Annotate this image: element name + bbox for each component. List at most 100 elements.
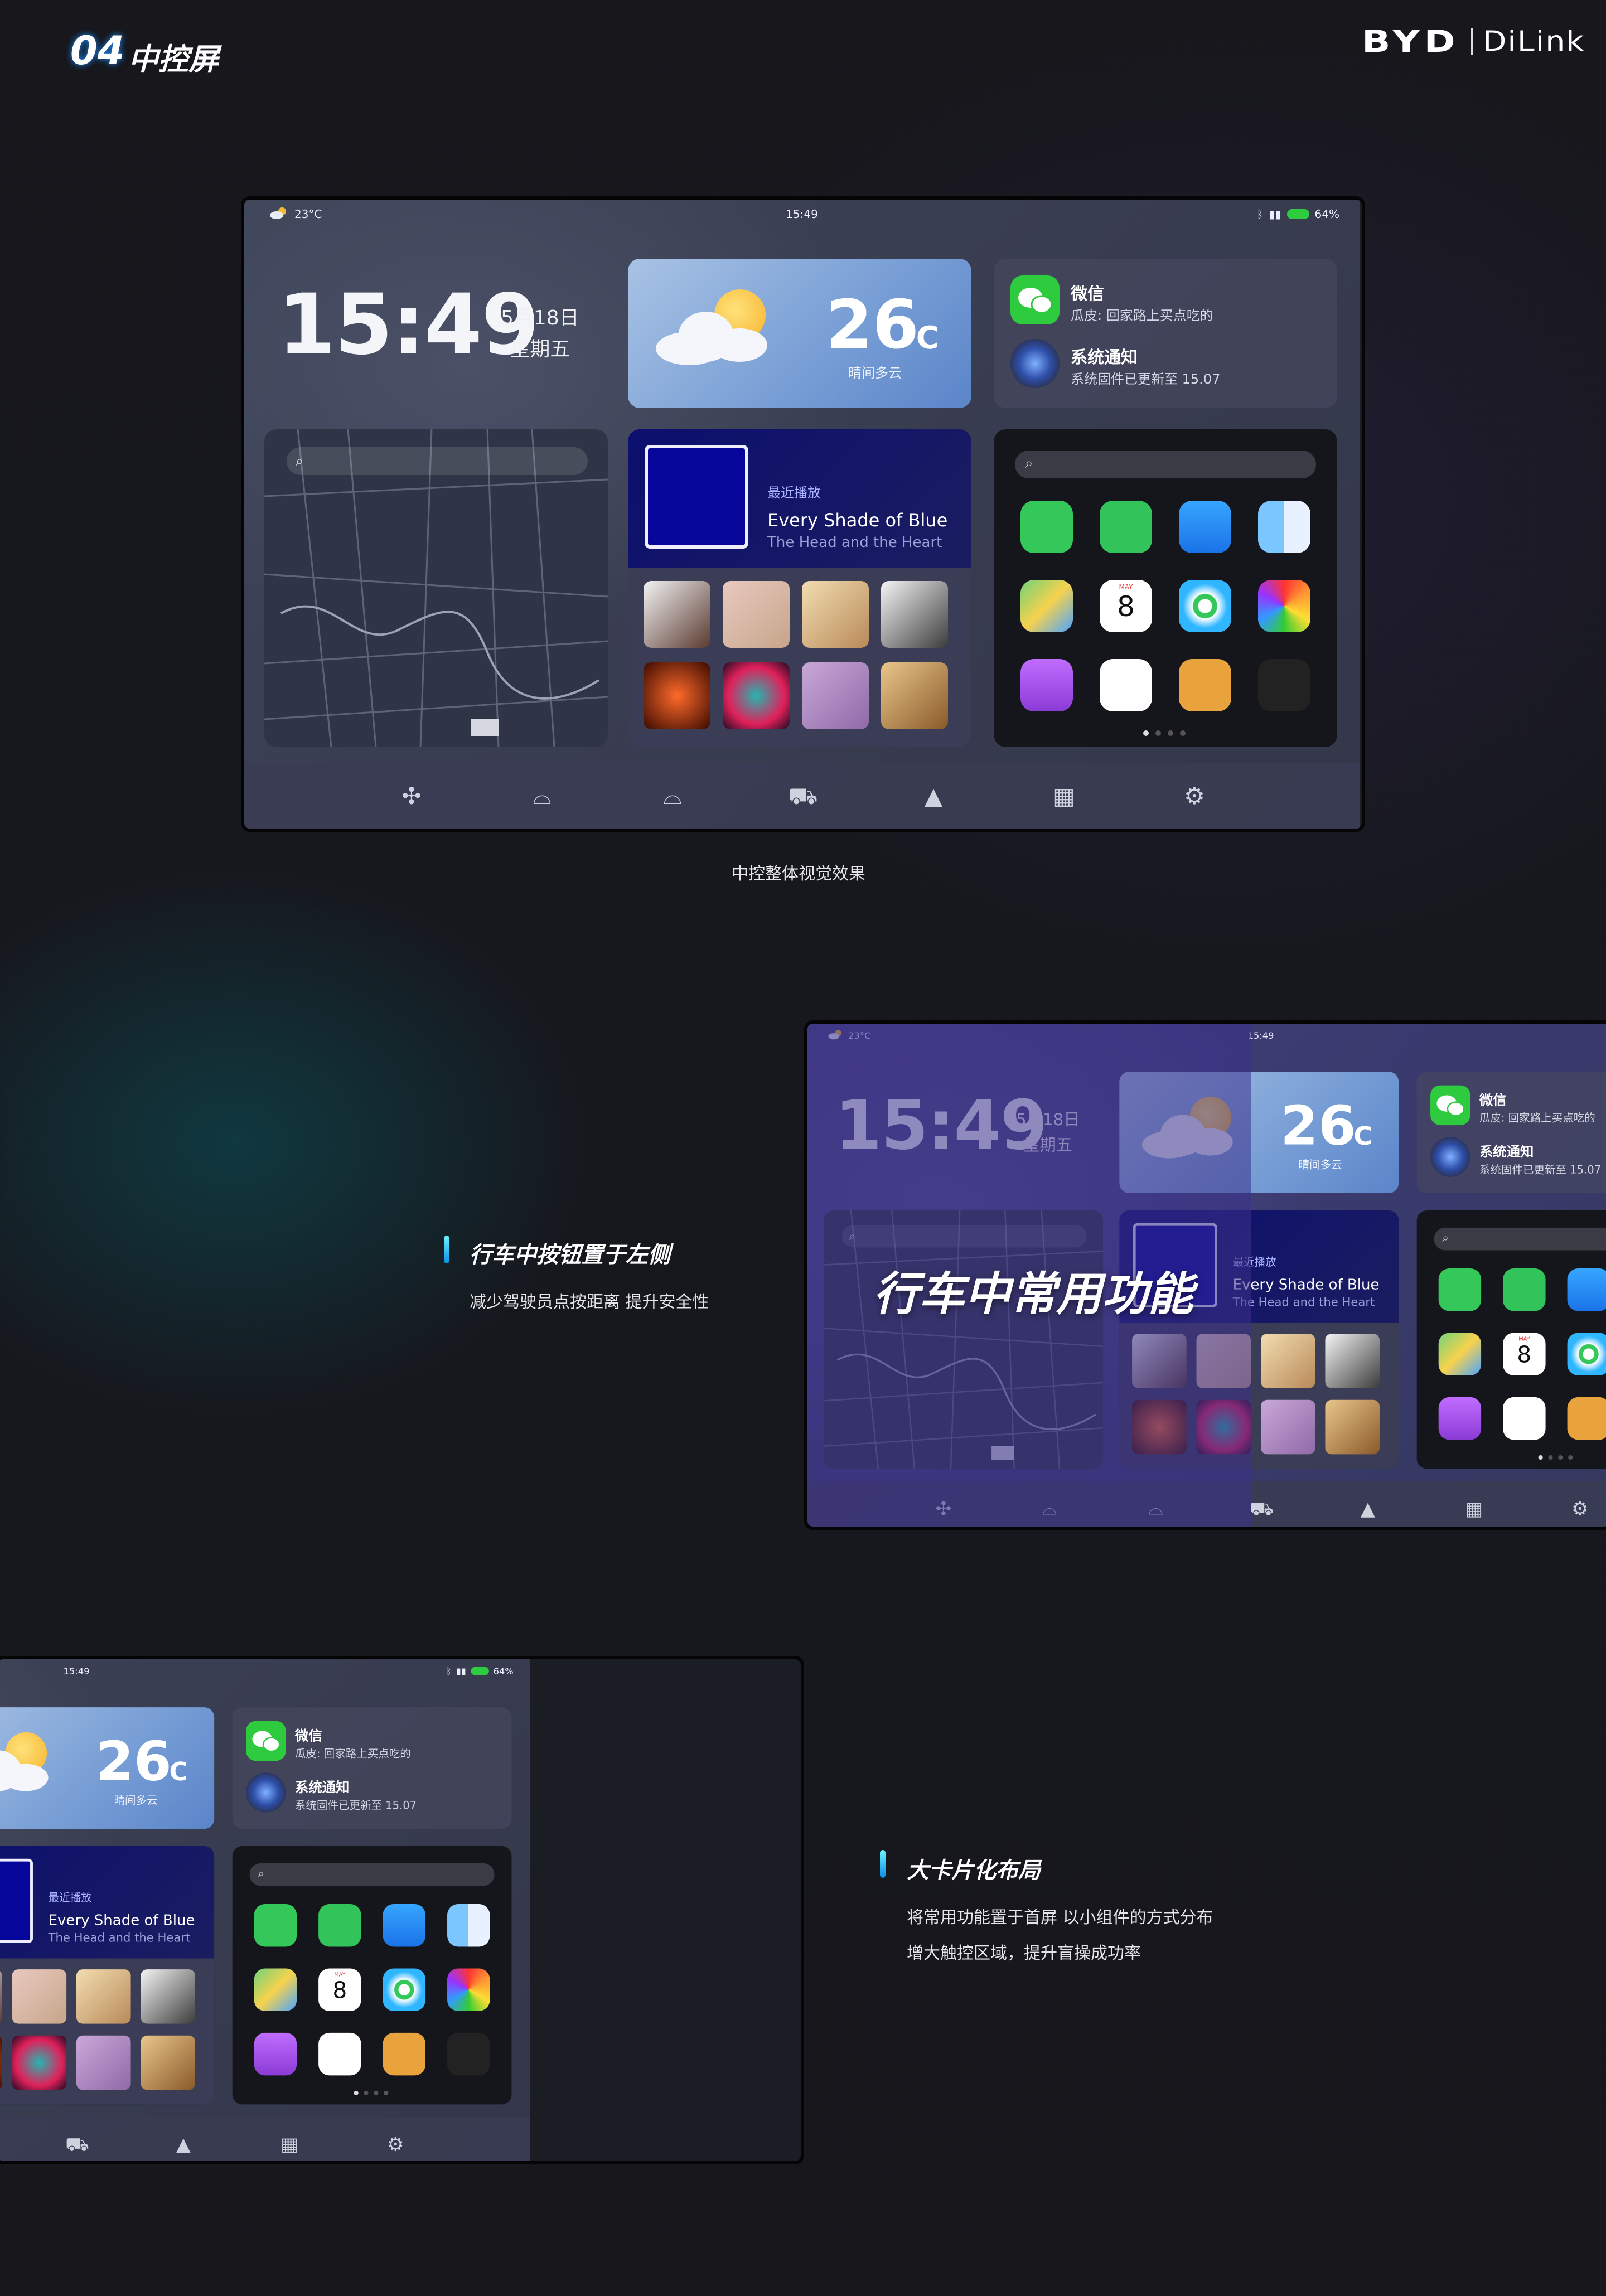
weather-card[interactable]: 26 ℃ 晴间多云 bbox=[628, 259, 971, 408]
album-thumb[interactable] bbox=[0, 1969, 2, 2024]
mail-icon[interactable] bbox=[1567, 1268, 1606, 1311]
contacts-icon[interactable] bbox=[1567, 1397, 1606, 1440]
voice-memos-icon[interactable] bbox=[1258, 659, 1310, 711]
app-search-input[interactable] bbox=[249, 1863, 495, 1886]
finder-icon[interactable] bbox=[1258, 501, 1310, 553]
find-my-icon[interactable] bbox=[1179, 580, 1231, 632]
album-thumb[interactable] bbox=[76, 2035, 131, 2090]
front-defrost-icon[interactable]: ⌓ bbox=[656, 779, 689, 813]
photos-icon[interactable] bbox=[447, 1968, 490, 2011]
album-thumb[interactable] bbox=[12, 2035, 67, 2090]
maps-icon[interactable] bbox=[1020, 580, 1073, 632]
notification-card[interactable]: 微信 瓜皮: 回家路上买点吃的 系统通知 系统固件已更新至 15.07 bbox=[1416, 1072, 1606, 1194]
app-search-input[interactable] bbox=[1015, 451, 1316, 478]
calendar-icon[interactable]: MAY 8 bbox=[1503, 1333, 1546, 1375]
app-launcher-widget[interactable]: ⌕ MAY 8 bbox=[994, 429, 1337, 747]
photos-icon[interactable] bbox=[1258, 580, 1310, 632]
notification-system[interactable]: 系统通知 系统固件已更新至 15.07 bbox=[246, 1772, 500, 1813]
messages-icon[interactable] bbox=[254, 1904, 297, 1947]
apps-grid-icon[interactable]: ▦ bbox=[1047, 779, 1081, 813]
search-icon: ⌕ bbox=[1025, 455, 1033, 472]
album-thumb[interactable] bbox=[802, 662, 869, 729]
contacts-icon[interactable] bbox=[383, 2032, 426, 2076]
notification-card[interactable]: 微信 瓜皮: 回家路上买点吃的 系统通知 系统固件已更新至 15.07 bbox=[232, 1707, 512, 1829]
search-icon: ⌕ bbox=[1442, 1231, 1449, 1245]
mail-icon[interactable] bbox=[383, 1904, 426, 1947]
messages-icon[interactable] bbox=[1438, 1268, 1482, 1311]
messages-icon[interactable] bbox=[1020, 501, 1073, 553]
cards-description-2: 增大触控区域，提升盲操成功率 bbox=[907, 1944, 1141, 1963]
notification-system[interactable]: 系统通知 系统固件已更新至 15.07 bbox=[1010, 339, 1323, 389]
finder-icon[interactable] bbox=[447, 1904, 490, 1947]
recent-label: 最近播放 bbox=[767, 485, 821, 501]
map-widget[interactable]: ⌕ bbox=[264, 429, 608, 747]
notification-wechat[interactable]: 微信 瓜皮: 回家路上买点吃的 bbox=[246, 1721, 500, 1762]
music-widget[interactable]: 最近播放 Every Shade of Blue The Head and th… bbox=[628, 429, 971, 747]
settings-icon[interactable]: ⚙ bbox=[1566, 1495, 1594, 1523]
calendar-icon[interactable]: MAY 8 bbox=[318, 1968, 361, 2011]
mail-icon[interactable] bbox=[1179, 501, 1231, 553]
album-thumb[interactable] bbox=[1261, 1334, 1315, 1388]
album-thumb[interactable] bbox=[644, 662, 710, 729]
apps-grid-icon[interactable]: ▦ bbox=[276, 2131, 303, 2158]
weather-card[interactable]: 26 ℃ 晴间多云 bbox=[0, 1707, 215, 1829]
notification-wechat[interactable]: 微信 瓜皮: 回家路上买点吃的 bbox=[1430, 1085, 1606, 1126]
podcasts-icon[interactable] bbox=[254, 2032, 297, 2076]
car-icon[interactable]: ⛟ bbox=[64, 2131, 91, 2158]
notification-card[interactable]: 微信 瓜皮: 回家路上买点吃的 系统通知 系统固件已更新至 15.07 bbox=[994, 259, 1337, 408]
car-icon[interactable]: ⛟ bbox=[786, 779, 820, 813]
cards-title: 大卡片化布局 bbox=[907, 1858, 1041, 1883]
maps-icon[interactable] bbox=[1438, 1333, 1482, 1375]
facetime-icon[interactable] bbox=[1503, 1268, 1546, 1311]
album-thumb[interactable] bbox=[141, 2035, 196, 2090]
navigation-icon[interactable]: ▲ bbox=[170, 2131, 197, 2158]
calendar-icon[interactable]: MAY 8 bbox=[1100, 580, 1152, 632]
notification-wechat[interactable]: 微信 瓜皮: 回家路上买点吃的 bbox=[1010, 275, 1323, 326]
fan-icon[interactable]: ✣ bbox=[395, 779, 428, 813]
music-widget[interactable]: 最近播放 Every Shade of Blue The Head and th… bbox=[0, 1845, 215, 2105]
settings-icon[interactable]: ⚙ bbox=[1178, 779, 1211, 813]
navigation-icon[interactable]: ▲ bbox=[1354, 1495, 1381, 1523]
album-thumb[interactable] bbox=[76, 1969, 131, 2024]
accent-bar bbox=[444, 1236, 449, 1263]
album-cover[interactable] bbox=[0, 1858, 33, 1943]
album-thumb[interactable] bbox=[1261, 1399, 1315, 1455]
rear-defrost-icon[interactable]: ⌓ bbox=[525, 779, 559, 813]
album-thumb[interactable] bbox=[802, 581, 869, 648]
reminders-icon[interactable] bbox=[1503, 1397, 1546, 1440]
maps-icon[interactable] bbox=[254, 1968, 297, 2011]
app-launcher-widget[interactable]: ⌕ MAY 8 bbox=[232, 1845, 512, 2105]
podcasts-icon[interactable] bbox=[1020, 659, 1073, 711]
album-cover[interactable] bbox=[645, 445, 748, 549]
song-artist: The Head and the Heart bbox=[1232, 1295, 1375, 1310]
app-launcher-widget[interactable]: ⌕ MAY 8 bbox=[1416, 1210, 1606, 1469]
app-search-input[interactable] bbox=[1434, 1227, 1606, 1251]
notification-system[interactable]: 系统通知 系统固件已更新至 15.07 bbox=[1430, 1137, 1606, 1178]
settings-icon[interactable]: ⚙ bbox=[382, 2131, 409, 2158]
find-my-icon[interactable] bbox=[1567, 1333, 1606, 1375]
facetime-icon[interactable] bbox=[318, 1904, 361, 1947]
voice-memos-icon[interactable] bbox=[447, 2032, 490, 2076]
album-thumb[interactable] bbox=[0, 2035, 2, 2090]
album-thumb[interactable] bbox=[141, 1969, 196, 2024]
album-thumb[interactable] bbox=[881, 581, 948, 648]
album-thumb[interactable] bbox=[881, 662, 948, 729]
podcasts-icon[interactable] bbox=[1438, 1397, 1482, 1440]
navigation-icon[interactable]: ▲ bbox=[917, 779, 950, 813]
reminders-icon[interactable] bbox=[318, 2032, 361, 2076]
map-search-input[interactable] bbox=[287, 447, 588, 475]
album-thumb[interactable] bbox=[644, 581, 710, 648]
album-thumb[interactable] bbox=[12, 1969, 67, 2024]
album-thumb[interactable] bbox=[1325, 1334, 1380, 1388]
apps-grid-icon[interactable]: ▦ bbox=[1460, 1495, 1488, 1523]
car-icon[interactable]: ⛟ bbox=[1248, 1495, 1275, 1523]
facetime-icon[interactable] bbox=[1100, 501, 1152, 553]
reminders-icon[interactable] bbox=[1100, 659, 1152, 711]
song-artist: The Head and the Heart bbox=[767, 534, 942, 551]
cards-description-1: 将常用功能置于首屏 以小组件的方式分布 bbox=[907, 1908, 1213, 1927]
contacts-icon[interactable] bbox=[1179, 659, 1231, 711]
find-my-icon[interactable] bbox=[383, 1968, 426, 2011]
album-thumb[interactable] bbox=[1325, 1399, 1380, 1455]
album-thumb[interactable] bbox=[723, 581, 790, 648]
album-thumb[interactable] bbox=[723, 662, 790, 729]
